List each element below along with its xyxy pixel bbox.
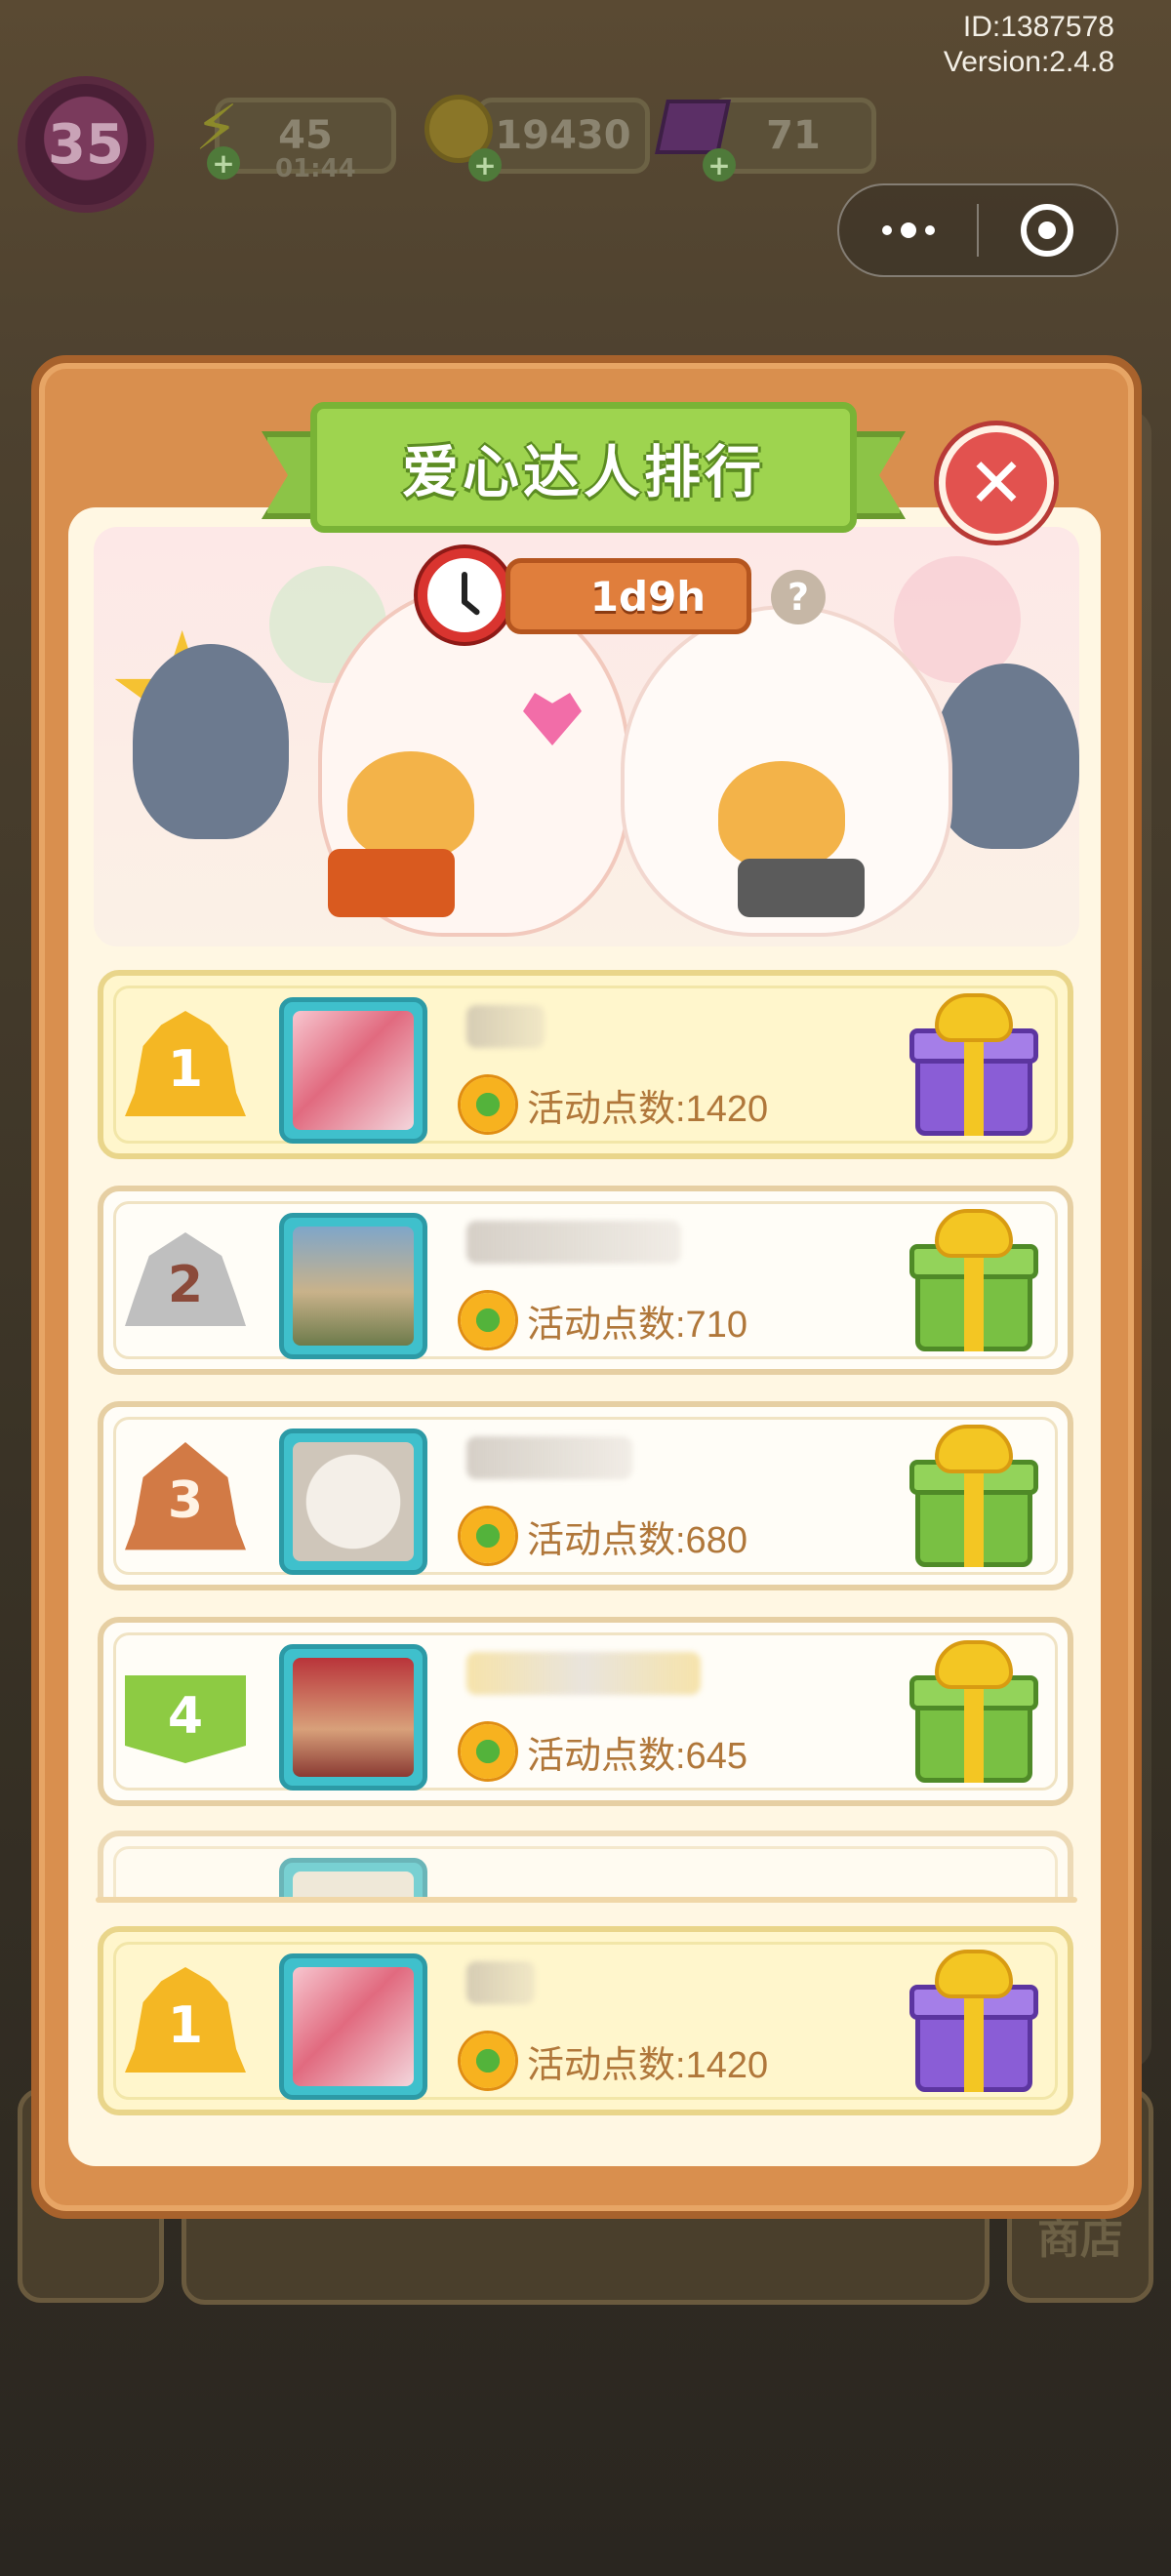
gift-box-icon[interactable] xyxy=(909,993,1038,1140)
player-name-blurred xyxy=(466,1436,632,1479)
activity-points: 活动点数:645 xyxy=(461,1724,747,1779)
rank-number: 3 xyxy=(167,1471,204,1530)
add-gems-button[interactable]: + xyxy=(703,148,736,181)
avatar[interactable] xyxy=(279,1213,427,1359)
level-badge[interactable]: 35 xyxy=(18,76,154,213)
rank-number: 1 xyxy=(167,1040,204,1099)
modal-title: 爱心达人排行 xyxy=(310,402,857,533)
rank-crown-icon: 1 xyxy=(125,1011,246,1128)
grey-cat xyxy=(133,644,289,839)
more-button[interactable] xyxy=(839,185,977,275)
avatar[interactable] xyxy=(279,1953,427,2100)
close-icon: ✕ xyxy=(967,443,1026,523)
more-dots-icon xyxy=(881,222,935,238)
leaderboard-row[interactable]: 3 活动点数:680 xyxy=(98,1401,1073,1590)
rank-number: 2 xyxy=(167,1256,204,1314)
avatar[interactable] xyxy=(279,997,427,1144)
player-name-blurred xyxy=(466,1005,545,1048)
coins-counter[interactable]: 19430 xyxy=(476,98,650,174)
player-name-blurred xyxy=(466,1221,681,1264)
rank-crown-icon: 1 xyxy=(125,1967,246,2084)
add-energy-button[interactable]: + xyxy=(207,146,240,180)
points-label: 活动点数:645 xyxy=(527,1735,747,1777)
activity-points: 活动点数:710 xyxy=(461,1293,747,1348)
leaderboard-row[interactable]: 4 活动点数:645 xyxy=(98,1617,1073,1806)
grey-cat xyxy=(933,664,1079,849)
player-id: ID:1387578 xyxy=(962,11,1114,43)
leaderboard-row[interactable]: 1 活动点数:1420 xyxy=(98,970,1073,1159)
top-hud: ID:1387578 Version:2.4.8 35 45 ⚡ + 01:44… xyxy=(0,0,1171,277)
flower-icon xyxy=(461,1509,515,1563)
rank-number: 4 xyxy=(167,1687,204,1746)
target-icon xyxy=(1021,204,1074,257)
flower-icon xyxy=(461,1724,515,1779)
title-ribbon: 爱心达人排行 xyxy=(262,402,906,539)
rank-silver-icon: 2 xyxy=(125,1227,246,1344)
player-name-blurred xyxy=(466,1961,535,2004)
activity-points: 活动点数:1420 xyxy=(461,1077,768,1132)
help-button[interactable]: ? xyxy=(771,570,826,624)
exit-button[interactable] xyxy=(979,185,1116,275)
miniprogram-capsule xyxy=(837,183,1118,277)
energy-value: 45 xyxy=(278,113,333,158)
avatar xyxy=(279,1858,427,1899)
orange-kitten xyxy=(347,751,474,859)
close-button[interactable]: ✕ xyxy=(939,425,1054,541)
list-divider xyxy=(96,1897,1077,1903)
points-label: 活动点数:710 xyxy=(527,1304,747,1346)
flower-icon xyxy=(461,2033,515,2088)
energy-timer: 01:44 xyxy=(275,154,356,183)
gems-value: 71 xyxy=(766,113,821,158)
clock-icon xyxy=(418,548,511,642)
level-number: 35 xyxy=(48,112,124,177)
my-rank-row[interactable]: 1 活动点数:1420 xyxy=(98,1926,1073,2115)
coins-value: 19430 xyxy=(495,113,631,158)
rank-number: 1 xyxy=(167,1996,204,2055)
gift-box-icon[interactable] xyxy=(909,1640,1038,1787)
avatar[interactable] xyxy=(279,1644,427,1791)
leaderboard-row xyxy=(98,1831,1073,1899)
avatar[interactable] xyxy=(279,1429,427,1575)
orange-kitten xyxy=(718,761,845,868)
activity-points: 活动点数:680 xyxy=(461,1509,747,1563)
rank-bronze-icon: 3 xyxy=(125,1442,246,1559)
suitcase-shape xyxy=(328,849,455,917)
flower-icon xyxy=(461,1293,515,1348)
flower-icon xyxy=(461,1077,515,1132)
event-countdown: 1d9h xyxy=(505,558,751,634)
player-name-blurred xyxy=(466,1652,701,1695)
leaderboard-row[interactable]: 2 活动点数:710 xyxy=(98,1186,1073,1375)
points-label: 活动点数:1420 xyxy=(527,2044,769,2086)
version-label: Version:2.4.8 xyxy=(943,46,1114,78)
question-icon: ? xyxy=(787,576,810,619)
points-label: 活动点数:1420 xyxy=(527,1088,769,1130)
leaderboard-row-partial[interactable] xyxy=(98,1831,1073,1899)
gift-box-icon[interactable] xyxy=(909,1209,1038,1355)
gift-box-icon[interactable] xyxy=(909,1425,1038,1571)
activity-points: 活动点数:1420 xyxy=(461,2033,768,2088)
add-coins-button[interactable]: + xyxy=(468,148,502,181)
countdown-text: 1d9h xyxy=(589,572,707,621)
gift-box-icon[interactable] xyxy=(909,1950,1038,2096)
points-label: 活动点数:680 xyxy=(527,1519,747,1561)
rank-green-icon: 4 xyxy=(125,1658,246,1775)
pan-shape xyxy=(738,859,865,917)
build-info: ID:1387578 Version:2.4.8 xyxy=(944,10,1114,80)
